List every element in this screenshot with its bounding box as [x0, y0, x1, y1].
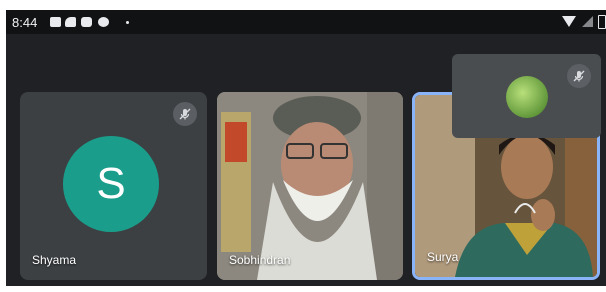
status-time: 8:44: [12, 15, 38, 30]
meet-call-screen: 8:44 S Shyama Sobhindran Surya: [6, 10, 606, 286]
participant-tile-shyama[interactable]: S Shyama: [20, 92, 207, 280]
participant-name: Sobhindran: [229, 253, 291, 267]
battery-icon: [598, 15, 606, 29]
gallery-icon: [50, 17, 61, 27]
mic-off-icon: [173, 102, 197, 126]
youtube-icon: [81, 17, 92, 27]
cast-icon: [65, 17, 76, 27]
wifi-icon: [562, 16, 576, 27]
signal-icon: [582, 16, 593, 27]
more-notifications-icon: [126, 21, 129, 24]
self-avatar: [506, 76, 548, 118]
mic-off-icon: [567, 64, 591, 88]
participant-video: [217, 92, 403, 280]
notification-icon: [98, 17, 109, 27]
device-frame: 8:44 S Shyama Sobhindran Surya: [0, 0, 606, 292]
participant-name: Shyama: [32, 253, 77, 267]
status-bar: 8:44: [6, 10, 606, 34]
participant-name: Surya: [427, 250, 459, 264]
self-view-tile[interactable]: [452, 54, 601, 138]
participant-tile-sobhindran[interactable]: Sobhindran: [217, 92, 403, 280]
avatar: S: [63, 136, 159, 232]
